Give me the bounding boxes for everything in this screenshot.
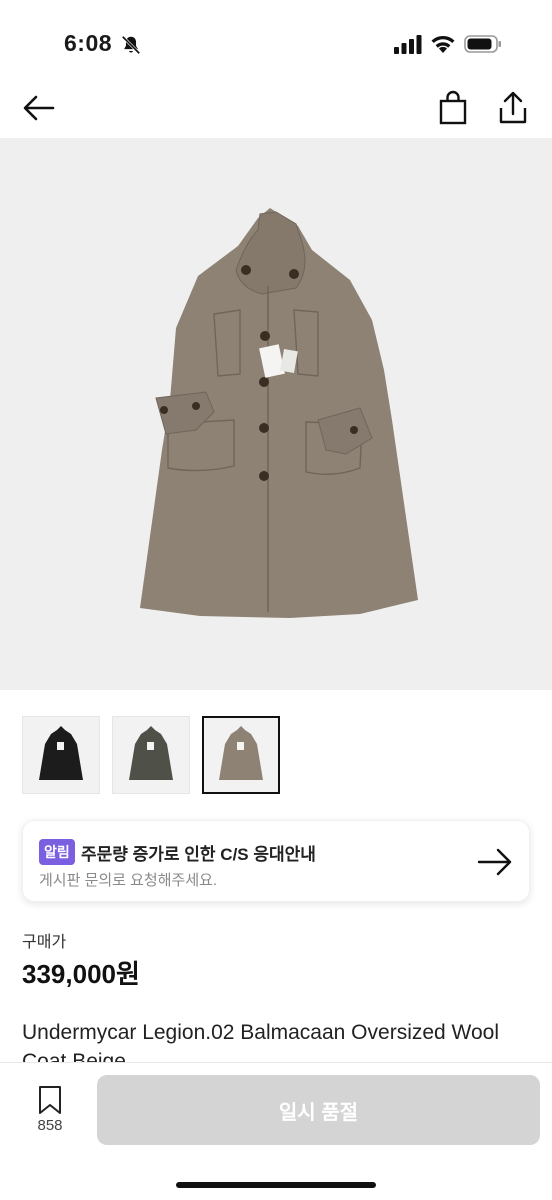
shopping-bag-button[interactable]	[436, 90, 470, 126]
coat-thumbnail	[129, 726, 173, 780]
price-value: 339,000원	[22, 959, 140, 989]
status-bar: 6:08	[0, 0, 552, 80]
thumbnail-beige[interactable]	[202, 716, 280, 794]
thumbnail-black[interactable]	[22, 716, 100, 794]
status-indicators	[394, 34, 502, 54]
wishlist-count: 858	[37, 1117, 63, 1134]
product-name: Undermycar Legion.02 Balmacaan Oversized…	[22, 1021, 500, 1062]
wifi-icon	[431, 35, 455, 53]
product-image[interactable]	[0, 138, 552, 690]
back-button[interactable]	[22, 92, 56, 124]
coat-image	[140, 208, 418, 618]
notice-title: 주문량 증가로 인한 C/S 응대안내	[81, 845, 316, 864]
bell-muted-icon	[121, 35, 141, 55]
home-indicator	[176, 1182, 376, 1188]
price-label: 구매가	[22, 934, 67, 951]
bottom-action-bar: 858 일시 품절	[0, 1062, 552, 1200]
top-nav	[0, 80, 552, 136]
battery-icon	[464, 35, 501, 53]
arrow-right-icon	[477, 848, 512, 876]
status-time: 6:08	[64, 30, 113, 56]
wishlist-button[interactable]: 858	[28, 1085, 72, 1134]
coat-thumbnail	[219, 726, 263, 780]
thumbnail-strip	[22, 716, 280, 794]
share-button[interactable]	[496, 90, 530, 126]
notice-banner[interactable]: 알림 주문량 증가로 인한 C/S 응대안내 게시판 문의로 요청해주세요.	[22, 820, 530, 902]
arrow-left-icon	[23, 95, 55, 121]
notice-subtitle: 게시판 문의로 요청해주세요.	[39, 872, 218, 889]
share-icon	[499, 91, 527, 124]
shopping-bag-icon	[439, 90, 467, 125]
signal-icon	[394, 35, 422, 54]
thumbnail-charcoal[interactable]	[112, 716, 190, 794]
notice-badge: 알림	[39, 839, 75, 865]
sold-out-button[interactable]: 일시 품절	[97, 1075, 540, 1145]
coat-thumbnail	[39, 726, 83, 780]
bookmark-icon	[39, 1086, 61, 1114]
